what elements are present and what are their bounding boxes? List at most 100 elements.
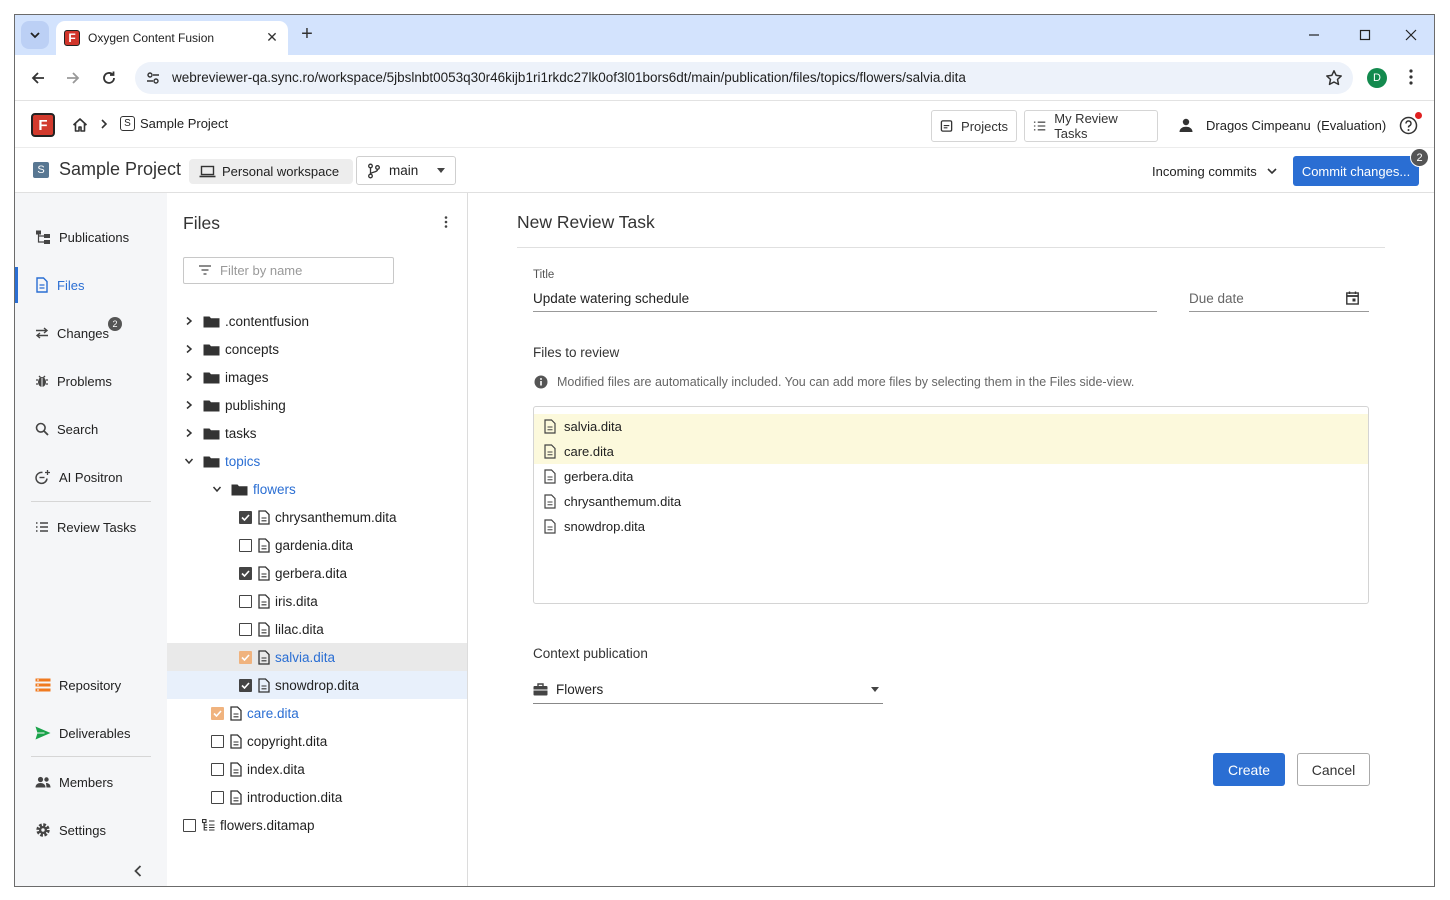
nav-item-deliverables[interactable]: Deliverables — [15, 715, 167, 751]
tree-folder[interactable]: .contentfusion — [167, 307, 467, 335]
review-file-item[interactable]: snowdrop.dita — [534, 514, 1368, 539]
file-checkbox[interactable] — [211, 734, 224, 748]
tree-file[interactable]: iris.dita — [167, 587, 467, 615]
file-checkbox[interactable] — [239, 510, 252, 524]
chevron-right-icon[interactable] — [181, 425, 197, 441]
tree-file[interactable]: gerbera.dita — [167, 559, 467, 587]
nav-item-members[interactable]: Members — [15, 764, 167, 800]
nav-item-repository[interactable]: Repository — [15, 667, 167, 703]
home-button[interactable] — [71, 116, 89, 134]
help-button[interactable] — [1399, 116, 1418, 135]
nav-item-changes[interactable]: Changes — [15, 315, 167, 351]
tree-folder[interactable]: topics — [167, 447, 467, 475]
review-file-item[interactable]: salvia.dita — [534, 414, 1368, 439]
browser-menu-button[interactable] — [1403, 68, 1419, 86]
nav-item-settings[interactable]: Settings — [15, 812, 167, 848]
chevron-right-icon[interactable] — [181, 341, 197, 357]
tree-file[interactable]: snowdrop.dita — [167, 671, 467, 699]
profile-avatar[interactable]: D — [1367, 68, 1387, 88]
tab-search-button[interactable] — [21, 21, 49, 49]
tree-item-label: flowers.ditamap — [220, 817, 315, 833]
nav-item-publications[interactable]: Publications — [15, 219, 167, 255]
nav-item-files[interactable]: Files — [15, 267, 167, 303]
filter-input[interactable] — [220, 261, 388, 280]
due-date-input[interactable] — [1189, 287, 1339, 309]
file-checkbox[interactable] — [239, 622, 252, 636]
files-panel-menu-button[interactable] — [443, 215, 449, 229]
date-picker-button[interactable] — [1346, 291, 1359, 305]
browser-toolbar: webreviewer-qa.sync.ro/workspace/5jbslnb… — [15, 55, 1434, 101]
nav-item-ai-positron[interactable]: AI Positron — [15, 459, 167, 495]
nav-item-label: Repository — [59, 677, 122, 693]
tree-item-label: introduction.dita — [247, 789, 343, 805]
context-publication-select[interactable]: Flowers — [533, 676, 883, 704]
workspace-label: Personal workspace — [222, 164, 340, 179]
tree-file[interactable]: care.dita — [167, 699, 467, 727]
title-input[interactable] — [533, 287, 1157, 309]
incoming-commits-dropdown[interactable]: Incoming commits — [1152, 164, 1277, 179]
tree-folder[interactable]: publishing — [167, 391, 467, 419]
tree-folder[interactable]: images — [167, 363, 467, 391]
tree-map[interactable]: flowers.ditamap — [167, 811, 467, 839]
reload-button[interactable] — [98, 67, 120, 89]
browser-tab[interactable]: F Oxygen Content Fusion ✕ — [56, 21, 288, 55]
create-button[interactable]: Create — [1213, 753, 1285, 786]
form-divider — [517, 247, 1385, 248]
file-checkbox[interactable] — [183, 818, 196, 832]
minimize-button[interactable] — [1304, 25, 1324, 45]
tree-folder[interactable]: flowers — [167, 475, 467, 503]
back-button[interactable] — [27, 67, 49, 89]
forward-button[interactable] — [62, 67, 84, 89]
tree-folder[interactable]: tasks — [167, 419, 467, 447]
file-checkbox[interactable] — [239, 566, 252, 580]
file-checkbox[interactable] — [211, 790, 224, 804]
review-file-item[interactable]: care.dita — [534, 439, 1368, 464]
address-bar[interactable]: webreviewer-qa.sync.ro/workspace/5jbslnb… — [135, 62, 1353, 94]
tree-file[interactable]: introduction.dita — [167, 783, 467, 811]
branch-selector[interactable]: main — [356, 156, 456, 185]
title-label: Title — [533, 269, 555, 281]
site-info-button[interactable] — [145, 70, 161, 86]
review-file-item[interactable]: gerbera.dita — [534, 464, 1368, 489]
workspace-chip[interactable]: Personal workspace — [189, 159, 354, 184]
app-logo[interactable]: F — [31, 113, 55, 137]
tree-folder[interactable]: concepts — [167, 335, 467, 363]
arrow-right-icon — [67, 72, 80, 84]
file-checkbox[interactable] — [211, 706, 224, 720]
file-checkbox[interactable] — [211, 762, 224, 776]
chevron-right-icon[interactable] — [181, 369, 197, 385]
projects-button[interactable]: Projects — [931, 110, 1017, 142]
nav-item-search[interactable]: Search — [15, 411, 167, 447]
tree-file[interactable]: copyright.dita — [167, 727, 467, 755]
new-tab-button[interactable]: + — [297, 24, 317, 45]
tab-close-button[interactable]: ✕ — [264, 29, 280, 45]
tree-file[interactable]: lilac.dita — [167, 615, 467, 643]
tree-file[interactable]: index.dita — [167, 755, 467, 783]
my-review-tasks-button[interactable]: My Review Tasks — [1024, 110, 1158, 142]
chevron-down-icon[interactable] — [209, 481, 225, 497]
file-checkbox[interactable] — [239, 678, 252, 692]
files-panel: Files .contentfusion concepts images p — [167, 193, 468, 886]
user-menu[interactable]: Dragos Cimpeanu (Evaluation) — [1178, 117, 1386, 133]
breadcrumb-project[interactable]: S Sample Project — [120, 116, 228, 131]
file-checkbox[interactable] — [239, 650, 252, 664]
chevron-right-icon[interactable] — [181, 397, 197, 413]
tree-file[interactable]: chrysanthemum.dita — [167, 503, 467, 531]
file-checkbox[interactable] — [239, 594, 252, 608]
chevron-down-icon[interactable] — [181, 453, 197, 469]
nav-item-review-tasks[interactable]: Review Tasks — [15, 509, 167, 545]
nav-item-problems[interactable]: Problems — [15, 363, 167, 399]
file-checkbox[interactable] — [239, 538, 252, 552]
url-text[interactable]: webreviewer-qa.sync.ro/workspace/5jbslnb… — [172, 70, 966, 85]
close-window-button[interactable] — [1401, 25, 1421, 45]
tree-file-selected[interactable]: salvia.dita — [167, 643, 467, 671]
review-file-item[interactable]: chrysanthemum.dita — [534, 489, 1368, 514]
maximize-button[interactable] — [1355, 25, 1375, 45]
bookmark-button[interactable] — [1325, 69, 1343, 87]
cancel-button[interactable]: Cancel — [1297, 753, 1370, 786]
commit-changes-button[interactable]: Commit changes... — [1293, 156, 1419, 186]
tree-file[interactable]: gardenia.dita — [167, 531, 467, 559]
collapse-nav-button[interactable] — [132, 864, 144, 878]
tree-item-label: topics — [225, 453, 261, 469]
chevron-right-icon[interactable] — [181, 313, 197, 329]
